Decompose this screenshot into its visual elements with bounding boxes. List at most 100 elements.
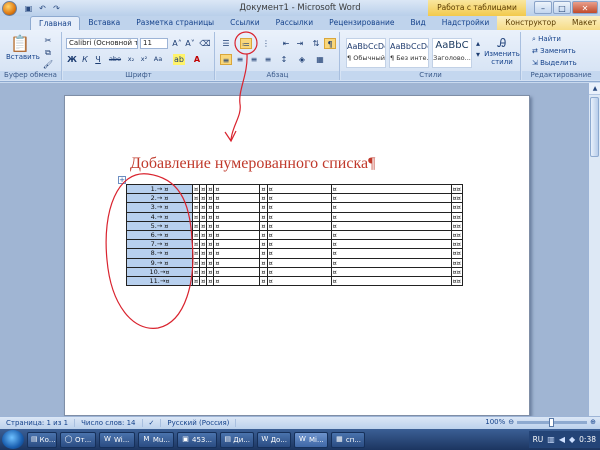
- table-cell[interactable]: ¤: [199, 257, 208, 268]
- table-cell[interactable]: ¤: [266, 266, 332, 277]
- numbered-cell[interactable]: 3.→ ¤: [126, 202, 193, 213]
- table-cell[interactable]: ¤: [266, 202, 332, 213]
- scroll-thumb[interactable]: [590, 97, 599, 157]
- word-count[interactable]: Число слов: 14: [75, 419, 143, 427]
- volume-icon[interactable]: ◀: [559, 435, 565, 444]
- tab-view[interactable]: Вид: [402, 16, 433, 30]
- document-heading[interactable]: Добавление нумерованного списка¶: [130, 155, 375, 173]
- table-row[interactable]: 10.→¤ ¤ ¤ ¤ ¤ ¤ ¤ ¤ ¤¤: [126, 266, 463, 277]
- table-row[interactable]: 3.→ ¤ ¤ ¤ ¤ ¤ ¤ ¤ ¤ ¤¤: [126, 202, 463, 213]
- find-button[interactable]: ⌕ Найти: [532, 35, 561, 44]
- table-cell[interactable]: ¤: [199, 275, 208, 287]
- table-cell[interactable]: ¤: [213, 220, 261, 231]
- table-row[interactable]: 5.→ ¤ ¤ ¤ ¤ ¤ ¤ ¤ ¤ ¤¤: [126, 220, 463, 231]
- table-cell[interactable]: ¤: [213, 239, 261, 250]
- table-row[interactable]: 6.→ ¤ ¤ ¤ ¤ ¤ ¤ ¤ ¤ ¤¤: [126, 229, 463, 241]
- grow-font-icon[interactable]: A˄: [171, 38, 183, 49]
- table-cell[interactable]: ¤: [206, 229, 215, 241]
- taskbar-item[interactable]: ▤ Ди...: [220, 431, 254, 448]
- table-cell[interactable]: ¤: [213, 193, 261, 204]
- style-heading1[interactable]: AaBbC Заголово...: [432, 38, 472, 68]
- tab-addins[interactable]: Надстройки: [434, 16, 498, 30]
- taskbar-item[interactable]: ◯ От...: [60, 431, 96, 448]
- tab-references[interactable]: Ссылки: [222, 16, 267, 30]
- table-cell[interactable]: ¤: [266, 220, 332, 231]
- table-cell[interactable]: ¤: [191, 275, 201, 287]
- taskbar-item[interactable]: M Mu...: [138, 431, 174, 448]
- table-cell[interactable]: ¤: [266, 257, 332, 268]
- numbered-cell[interactable]: 8.→ ¤: [126, 248, 193, 259]
- table-cell[interactable]: ¤: [206, 248, 215, 259]
- styles-scroll-up-icon[interactable]: ▴: [474, 38, 482, 49]
- shield-icon[interactable]: ◆: [569, 435, 575, 444]
- table-cell[interactable]: ¤: [213, 248, 261, 259]
- replace-button[interactable]: ⇄ Заменить: [532, 47, 576, 55]
- document-area[interactable]: Добавление нумерованного списка¶ + 1.→ ¤…: [0, 83, 588, 416]
- italic-button[interactable]: К: [79, 54, 91, 65]
- minimize-icon[interactable]: –: [534, 1, 552, 14]
- table-cell[interactable]: ¤: [191, 266, 201, 277]
- table-cell[interactable]: ¤: [206, 275, 215, 287]
- table-cell[interactable]: ¤: [213, 183, 261, 195]
- align-left-icon[interactable]: ≡: [220, 54, 232, 65]
- table-cell[interactable]: ¤: [191, 211, 201, 222]
- table-cell[interactable]: ¤: [213, 229, 261, 241]
- table-cell[interactable]: ¤: [259, 257, 268, 268]
- numbering-icon[interactable]: ≔: [240, 38, 252, 49]
- table-cell[interactable]: ¤: [191, 229, 201, 241]
- table-cell[interactable]: ¤: [330, 257, 452, 268]
- table-cell[interactable]: ¤: [330, 229, 452, 241]
- table-cell[interactable]: ¤: [199, 266, 208, 277]
- redo-icon[interactable]: ↷: [51, 3, 62, 14]
- table-row[interactable]: 9.→ ¤ ¤ ¤ ¤ ¤ ¤ ¤ ¤ ¤¤: [126, 257, 463, 268]
- network-icon[interactable]: ▥: [547, 435, 555, 444]
- save-icon[interactable]: ▣: [23, 3, 34, 14]
- subscript-button[interactable]: x₂: [125, 54, 137, 65]
- table-row[interactable]: 1.→ ¤ ¤ ¤ ¤ ¤ ¤ ¤ ¤ ¤¤: [126, 183, 463, 195]
- font-color-icon[interactable]: A: [191, 54, 203, 65]
- table-cell[interactable]: ¤: [259, 183, 268, 195]
- table-cell[interactable]: ¤: [199, 229, 208, 241]
- zoom-knob[interactable]: [549, 417, 555, 427]
- numbered-cell[interactable]: 10.→¤: [126, 266, 193, 277]
- change-styles-button[interactable]: Ꭿ Изменить стили: [484, 36, 520, 66]
- row-end-mark[interactable]: ¤¤: [450, 183, 463, 195]
- table-cell[interactable]: ¤: [266, 211, 332, 222]
- table-row[interactable]: 4.→ ¤ ¤ ¤ ¤ ¤ ¤ ¤ ¤ ¤¤: [126, 211, 463, 222]
- numbered-table[interactable]: 1.→ ¤ ¤ ¤ ¤ ¤ ¤ ¤ ¤ ¤¤ 2.→ ¤ ¤ ¤ ¤ ¤ ¤ ¤ ¤ ¤¤ 3.→ ¤ ¤ ¤ ¤ ¤ ¤ ¤ ¤…: [126, 183, 463, 287]
- table-cell[interactable]: ¤: [199, 202, 208, 213]
- table-cell[interactable]: ¤: [199, 248, 208, 259]
- taskbar-item[interactable]: W До...: [257, 431, 291, 448]
- font-size-select[interactable]: 11: [140, 38, 168, 49]
- maximize-icon[interactable]: □: [553, 1, 571, 14]
- table-cell[interactable]: ¤: [266, 239, 332, 250]
- table-cell[interactable]: ¤: [191, 248, 201, 259]
- numbered-cell[interactable]: 9.→ ¤: [126, 257, 193, 268]
- superscript-button[interactable]: x²: [138, 54, 150, 65]
- table-cell[interactable]: ¤: [199, 220, 208, 231]
- style-normal[interactable]: AaBbCcDc ¶ Обычный: [346, 38, 386, 68]
- table-cell[interactable]: ¤: [266, 229, 332, 241]
- row-end-mark[interactable]: ¤¤: [450, 193, 463, 204]
- taskbar-item[interactable]: W Wi...: [99, 431, 135, 448]
- row-end-mark[interactable]: ¤¤: [450, 248, 463, 259]
- row-end-mark[interactable]: ¤¤: [450, 220, 463, 231]
- table-cell[interactable]: ¤: [213, 202, 261, 213]
- row-end-mark[interactable]: ¤¤: [450, 275, 463, 287]
- decrease-indent-icon[interactable]: ⇤: [280, 38, 292, 49]
- clock[interactable]: 0:38: [579, 435, 596, 444]
- table-cell[interactable]: ¤: [259, 266, 268, 277]
- numbered-cell[interactable]: 6.→ ¤: [126, 229, 193, 241]
- table-cell[interactable]: ¤: [206, 183, 215, 195]
- table-cell[interactable]: ¤: [206, 220, 215, 231]
- table-cell[interactable]: ¤: [266, 183, 332, 195]
- table-cell[interactable]: ¤: [206, 202, 215, 213]
- line-spacing-icon[interactable]: ↕: [278, 54, 290, 65]
- close-icon[interactable]: ✕: [572, 1, 598, 14]
- table-cell[interactable]: ¤: [191, 193, 201, 204]
- row-end-mark[interactable]: ¤¤: [450, 229, 463, 241]
- zoom-out-icon[interactable]: ⊖: [508, 418, 514, 426]
- zoom-slider[interactable]: [517, 417, 588, 427]
- multilevel-list-icon[interactable]: ⋮: [260, 38, 272, 49]
- page-count[interactable]: Страница: 1 из 1: [0, 419, 76, 427]
